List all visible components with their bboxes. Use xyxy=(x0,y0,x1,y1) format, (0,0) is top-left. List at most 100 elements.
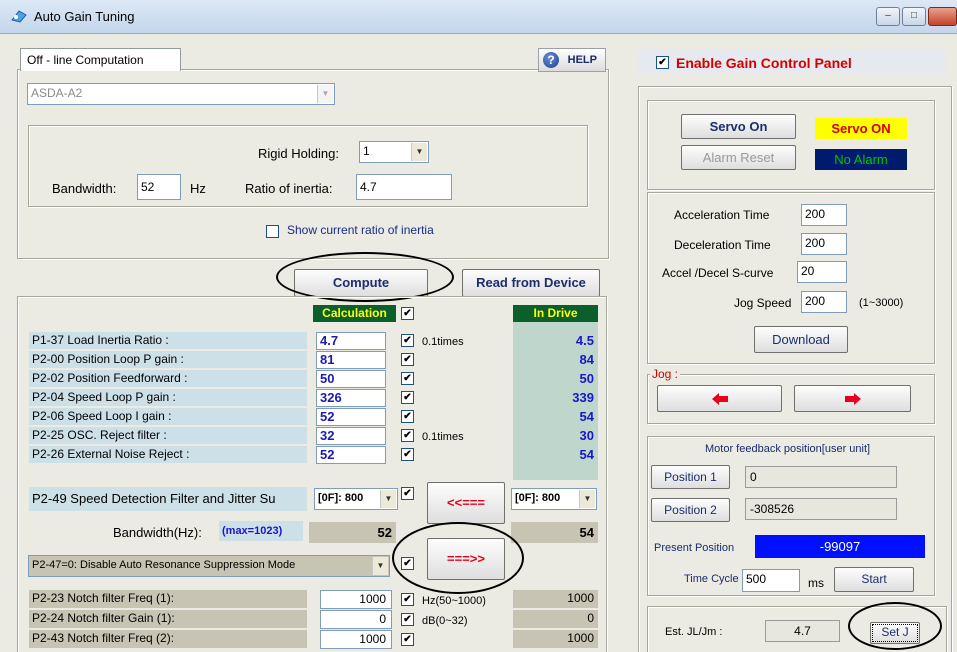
est-jl-jm-label: Est. JL/Jm : xyxy=(665,626,723,638)
position-1-button[interactable]: Position 1 xyxy=(651,465,730,489)
bandwidth-calc-value: 52 xyxy=(309,522,396,543)
read-from-device-button[interactable]: Read from Device xyxy=(462,269,600,297)
help-button[interactable]: ? HELP xyxy=(538,48,606,72)
calculation-header: Calculation xyxy=(313,305,396,322)
notch-calc-input[interactable]: 1000 xyxy=(320,630,392,649)
bandwidth-label: Bandwidth: xyxy=(52,181,117,196)
param-checkbox[interactable] xyxy=(401,372,414,385)
notch-checkbox[interactable] xyxy=(401,613,414,626)
p2-49-drive-select[interactable]: [0F]: 800 ▼ xyxy=(511,488,597,510)
start-button[interactable]: Start xyxy=(834,567,914,592)
enable-gain-control-checkbox[interactable] xyxy=(656,56,669,69)
s-curve-input[interactable]: 20 xyxy=(797,261,847,283)
param-calc-input[interactable]: 326 xyxy=(316,389,386,407)
arrow-left-icon xyxy=(711,393,728,405)
s-curve-label: Accel /Decel S-curve xyxy=(662,266,774,280)
present-position-label: Present Position xyxy=(654,542,735,554)
tab-offline-computation[interactable]: Off - line Computation xyxy=(20,48,181,71)
rigid-holding-value: 1 xyxy=(363,144,370,158)
jog-group-label: Jog : xyxy=(650,367,681,381)
position-1-value: 0 xyxy=(745,466,897,488)
notch-row-label: P2-23 Notch filter Freq (1): xyxy=(29,590,307,608)
param-row-label: P2-04 Speed Loop P gain : xyxy=(29,389,307,406)
ratio-of-inertia-label: Ratio of inertia: xyxy=(245,181,333,196)
time-cycle-label: Time Cycle xyxy=(684,573,739,585)
notch-drive-value: 1000 xyxy=(513,630,598,648)
close-button[interactable] xyxy=(928,7,957,26)
param-unit: 0.1times xyxy=(422,336,464,348)
alarm-reset-button[interactable]: Alarm Reset xyxy=(681,145,796,170)
param-calc-input[interactable]: 50 xyxy=(316,370,386,388)
chevron-down-icon: ▼ xyxy=(317,85,333,103)
acceleration-time-input[interactable]: 200 xyxy=(801,204,847,226)
title-bar: Auto Gain Tuning – □ xyxy=(0,0,957,34)
param-checkbox[interactable] xyxy=(401,410,414,423)
notch-checkbox[interactable] xyxy=(401,633,414,646)
bandwidth-drive-value: 54 xyxy=(511,522,598,543)
show-ratio-label: Show current ratio of inertia xyxy=(287,223,434,237)
calculation-all-checkbox[interactable] xyxy=(401,307,414,320)
jog-right-button[interactable] xyxy=(794,385,911,412)
bandwidth-input[interactable]: 52 xyxy=(137,174,181,200)
param-calc-input[interactable]: 52 xyxy=(316,408,386,426)
motor-feedback-label: Motor feedback position[user unit] xyxy=(705,443,871,455)
maximize-button[interactable]: □ xyxy=(902,7,926,26)
p2-47-mode-select[interactable]: P2-47=0: Disable Auto Resonance Suppress… xyxy=(28,555,390,577)
param-drive-value: 339 xyxy=(513,389,598,406)
param-checkbox[interactable] xyxy=(401,391,414,404)
bandwidth-unit: Hz xyxy=(190,181,206,196)
notch-checkbox[interactable] xyxy=(401,593,414,606)
param-drive-value: 30 xyxy=(513,427,598,444)
chevron-down-icon: ▼ xyxy=(579,490,595,508)
jog-speed-label: Jog Speed xyxy=(734,296,792,310)
notch-drive-value: 0 xyxy=(513,610,598,628)
deceleration-time-input[interactable]: 200 xyxy=(801,233,847,255)
rigid-holding-label: Rigid Holding: xyxy=(258,146,339,161)
ratio-of-inertia-input[interactable]: 4.7 xyxy=(356,174,452,200)
param-drive-value: 54 xyxy=(513,408,598,425)
chevron-down-icon: ▼ xyxy=(372,557,388,575)
minimize-button[interactable]: – xyxy=(876,7,900,26)
p2-49-checkbox[interactable] xyxy=(401,487,414,500)
position-2-button[interactable]: Position 2 xyxy=(651,498,730,522)
param-calc-input[interactable]: 32 xyxy=(316,427,386,445)
help-label: HELP xyxy=(567,54,597,66)
notch-unit: dB(0~32) xyxy=(422,615,468,627)
notch-drive-value: 1000 xyxy=(513,590,598,608)
param-calc-input[interactable]: 81 xyxy=(316,351,386,369)
jog-left-button[interactable] xyxy=(657,385,782,412)
param-drive-value: 50 xyxy=(513,370,598,387)
param-drive-value: 84 xyxy=(513,351,598,368)
show-ratio-checkbox[interactable] xyxy=(266,225,279,238)
notch-unit: Hz(50~1000) xyxy=(422,595,486,607)
est-jl-jm-value: 4.7 xyxy=(765,620,840,642)
param-checkbox[interactable] xyxy=(401,353,414,366)
p2-49-drive-value: [0F]: 800 xyxy=(515,492,561,504)
notch-calc-input[interactable]: 1000 xyxy=(320,590,392,609)
notch-calc-input[interactable]: 0 xyxy=(320,610,392,629)
model-select[interactable]: ASDA-A2 ▼ xyxy=(27,83,335,105)
param-checkbox[interactable] xyxy=(401,334,414,347)
servo-on-button[interactable]: Servo On xyxy=(681,114,796,139)
time-cycle-unit: ms xyxy=(808,576,824,590)
notch-row-label: P2-43 Notch filter Freq (2): xyxy=(29,630,307,648)
time-cycle-input[interactable]: 500 xyxy=(742,569,800,592)
param-drive-value: 4.5 xyxy=(513,332,598,349)
arrow-right-icon xyxy=(844,393,861,405)
rigid-holding-select[interactable]: 1 ▼ xyxy=(359,141,429,163)
acceleration-time-label: Acceleration Time xyxy=(674,208,770,222)
chevron-down-icon: ▼ xyxy=(411,143,427,161)
download-button[interactable]: Download xyxy=(754,326,848,353)
window-title: Auto Gain Tuning xyxy=(34,9,135,24)
set-j-annotation-ellipse xyxy=(848,602,942,650)
param-calc-input[interactable]: 4.7 xyxy=(316,332,386,350)
param-calc-input[interactable]: 52 xyxy=(316,446,386,464)
param-row-label: P1-37 Load Inertia Ratio : xyxy=(29,332,307,349)
param-checkbox[interactable] xyxy=(401,448,414,461)
read-to-calc-button[interactable]: <<=== xyxy=(427,482,505,524)
jog-speed-input[interactable]: 200 xyxy=(801,291,847,313)
chevron-down-icon: ▼ xyxy=(380,490,396,508)
p2-49-calc-select[interactable]: [0F]: 800 ▼ xyxy=(314,488,398,510)
bandwidth-hz-label: Bandwidth(Hz): xyxy=(113,525,202,540)
param-checkbox[interactable] xyxy=(401,429,414,442)
